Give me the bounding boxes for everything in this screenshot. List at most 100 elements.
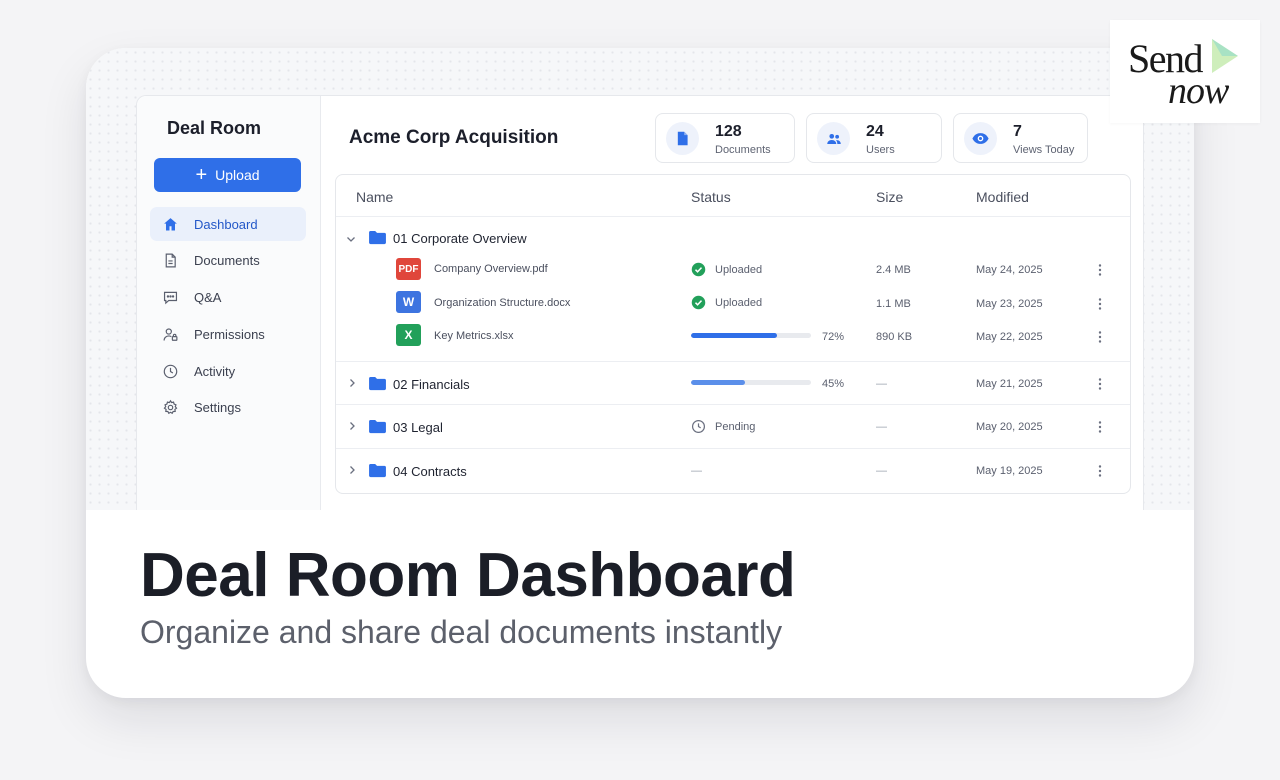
file-icon bbox=[666, 122, 699, 155]
users-icon bbox=[817, 122, 850, 155]
more-options-icon[interactable] bbox=[1095, 377, 1105, 391]
documents-table: Name Status Size Modified 01 Corporate O… bbox=[335, 174, 1131, 494]
more-options-icon[interactable] bbox=[1095, 297, 1105, 311]
folder-icon bbox=[369, 419, 386, 434]
clock-icon bbox=[691, 419, 706, 434]
stat-card-views: 7 Views Today bbox=[953, 113, 1088, 163]
chevron-down-icon[interactable] bbox=[345, 233, 357, 245]
check-circle-icon bbox=[691, 262, 706, 277]
sidebar-item-label: Dashboard bbox=[194, 216, 258, 232]
stat-label: Users bbox=[866, 144, 895, 156]
sidebar-item-label: Q&A bbox=[194, 290, 222, 306]
folder-modified: May 20, 2025 bbox=[976, 421, 1043, 433]
chevron-right-icon[interactable] bbox=[346, 420, 358, 432]
progress-fill bbox=[691, 333, 778, 338]
folder-modified: May 21, 2025 bbox=[976, 378, 1043, 390]
column-header-size[interactable]: Size bbox=[876, 189, 903, 205]
stat-label: Views Today bbox=[1013, 144, 1075, 156]
document-icon bbox=[165, 253, 176, 268]
file-modified: May 22, 2025 bbox=[976, 331, 1043, 343]
user-lock-icon bbox=[163, 328, 178, 341]
status-uploaded: Uploaded bbox=[691, 295, 762, 310]
upload-progress-bar bbox=[691, 333, 811, 338]
column-header-modified[interactable]: Modified bbox=[976, 189, 1029, 205]
status-uploaded: Uploaded bbox=[691, 262, 762, 277]
chevron-right-icon[interactable] bbox=[346, 464, 358, 476]
stat-card-users: 24 Users bbox=[806, 113, 942, 163]
sendnow-logo-mark: Send now bbox=[1128, 36, 1238, 112]
sidebar-title: Deal Room bbox=[167, 118, 262, 138]
file-size: 1.1 MB bbox=[876, 298, 911, 310]
progress-percent: 72% bbox=[822, 331, 845, 343]
folder-icon bbox=[369, 230, 386, 245]
status-text: Pending bbox=[715, 420, 756, 433]
sidebar-item-documents[interactable]: Documents bbox=[150, 244, 306, 278]
folder-icon bbox=[369, 463, 386, 478]
folder-size: — bbox=[876, 465, 887, 477]
status-text: Uploaded bbox=[715, 263, 763, 276]
stat-label: Documents bbox=[715, 144, 771, 156]
file-modified: May 24, 2025 bbox=[976, 264, 1043, 276]
file-name[interactable]: Company Overview.pdf bbox=[434, 263, 548, 275]
more-options-icon[interactable] bbox=[1095, 330, 1105, 344]
sendnow-logo: Send now bbox=[1110, 20, 1260, 123]
stat-value: 24 bbox=[866, 123, 884, 140]
sidebar-nav: Dashboard Documents Q&A Permissions Acti… bbox=[150, 207, 306, 428]
folder-size: — bbox=[876, 421, 887, 433]
folder-row: 02 Financials 45% — May 21, 2025 bbox=[336, 361, 1130, 404]
folder-name[interactable]: 03 Legal bbox=[393, 420, 443, 435]
sidebar-item-label: Permissions bbox=[194, 326, 265, 342]
file-size: 2.4 MB bbox=[876, 264, 911, 276]
sidebar-item-permissions[interactable]: Permissions bbox=[150, 317, 306, 351]
sidebar-item-settings[interactable]: Settings bbox=[150, 391, 306, 425]
eye-icon bbox=[964, 122, 997, 155]
upload-button[interactable]: + Upload bbox=[154, 158, 301, 192]
folder-name[interactable]: 02 Financials bbox=[393, 377, 470, 392]
file-modified: May 23, 2025 bbox=[976, 298, 1043, 310]
folder-row: 03 Legal Pending — May 20, 2025 bbox=[336, 404, 1130, 448]
sidebar-item-dashboard[interactable]: Dashboard bbox=[150, 207, 306, 241]
chat-icon bbox=[163, 291, 178, 305]
home-icon bbox=[164, 217, 177, 230]
pdf-file-icon: PDF bbox=[396, 258, 421, 280]
screenshot-area: Deal Room + Upload Dashboard Documents Q… bbox=[86, 48, 1194, 510]
plus-icon: + bbox=[195, 164, 208, 186]
check-circle-icon bbox=[691, 295, 706, 310]
chevron-right-icon[interactable] bbox=[346, 377, 358, 389]
stat-value: 7 bbox=[1013, 123, 1022, 140]
more-options-icon[interactable] bbox=[1095, 420, 1105, 434]
hero-title: Deal Room Dashboard bbox=[140, 541, 796, 610]
folder-row: 01 Corporate Overview PDF Company Overvi… bbox=[336, 217, 1130, 361]
column-header-status[interactable]: Status bbox=[691, 189, 731, 205]
more-options-icon[interactable] bbox=[1095, 263, 1105, 277]
folder-size: — bbox=[876, 378, 887, 390]
sidebar: Deal Room + Upload Dashboard Documents Q… bbox=[137, 96, 321, 510]
progress-fill bbox=[691, 380, 745, 385]
word-file-icon: W bbox=[396, 291, 421, 313]
sidebar-item-label: Documents bbox=[194, 253, 260, 269]
progress-percent: 45% bbox=[822, 378, 845, 390]
hero-subtitle: Organize and share deal documents instan… bbox=[140, 614, 783, 650]
folder-name[interactable]: 01 Corporate Overview bbox=[393, 231, 527, 246]
folder-row: 04 Contracts — — May 19, 2025 bbox=[336, 448, 1130, 493]
column-header-name[interactable]: Name bbox=[356, 189, 393, 205]
upload-button-label: Upload bbox=[215, 167, 260, 183]
file-name[interactable]: Organization Structure.docx bbox=[434, 297, 570, 309]
file-name[interactable]: Key Metrics.xlsx bbox=[434, 330, 513, 342]
folder-name[interactable]: 04 Contracts bbox=[393, 464, 467, 479]
table-header: Name Status Size Modified bbox=[336, 175, 1130, 217]
page-title: Acme Corp Acquisition bbox=[349, 127, 559, 148]
status-text: Uploaded bbox=[715, 296, 763, 309]
file-size: 890 KB bbox=[876, 331, 913, 343]
svg-text:now: now bbox=[1168, 70, 1230, 112]
sidebar-item-activity[interactable]: Activity bbox=[150, 354, 306, 388]
gear-icon bbox=[163, 400, 178, 415]
clock-icon bbox=[163, 364, 178, 378]
sidebar-item-qa[interactable]: Q&A bbox=[150, 281, 306, 315]
sidebar-item-label: Settings bbox=[194, 400, 241, 416]
stat-card-documents: 128 Documents bbox=[655, 113, 795, 163]
sidebar-item-label: Activity bbox=[194, 363, 236, 379]
app-window: Deal Room + Upload Dashboard Documents Q… bbox=[136, 95, 1144, 510]
more-options-icon[interactable] bbox=[1095, 464, 1105, 478]
status-pending: Pending bbox=[691, 419, 755, 434]
